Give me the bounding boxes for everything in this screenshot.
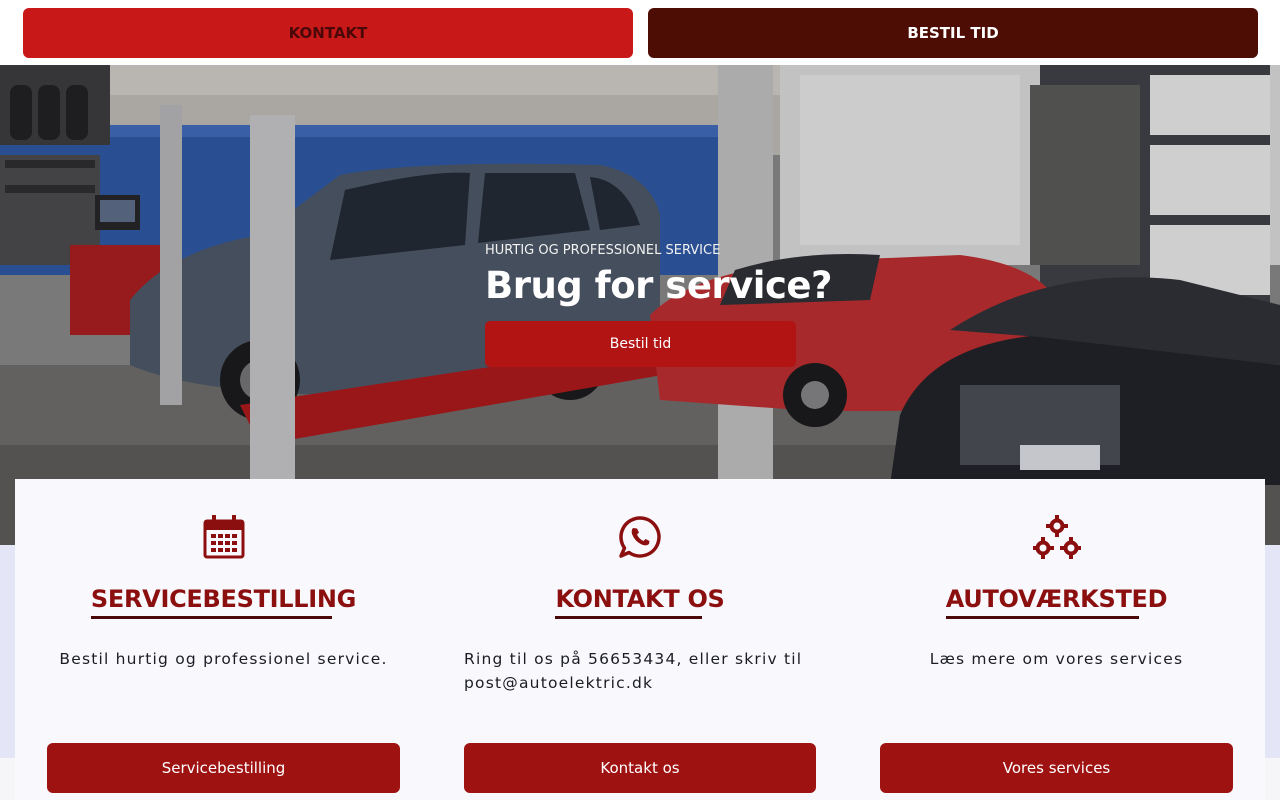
feature-title: AUTOVÆRKSTED bbox=[945, 585, 1168, 619]
title-underline bbox=[90, 616, 332, 619]
kontakt-button[interactable]: KONTAKT bbox=[23, 8, 633, 58]
hero-bestil-tid-button[interactable]: Bestil tid bbox=[485, 321, 796, 367]
feature-servicebestilling: SERVICEBESTILLING Bestil hurtig og profe… bbox=[47, 479, 400, 800]
calendar-icon bbox=[47, 515, 400, 563]
hero-title: Brug for service? bbox=[485, 264, 832, 307]
vores-services-button[interactable]: Vores services bbox=[880, 743, 1233, 793]
feature-title: SERVICEBESTILLING bbox=[90, 585, 356, 619]
hero-subtitle: HURTIG OG PROFESSIONEL SERVICE bbox=[485, 243, 721, 258]
title-underline bbox=[945, 616, 1139, 619]
feature-title: KONTAKT OS bbox=[555, 585, 725, 619]
top-bar: KONTAKT BESTIL TID bbox=[0, 0, 1280, 65]
hero-section: HURTIG OG PROFESSIONEL SERVICE Brug for … bbox=[0, 65, 1280, 545]
feature-text: Ring til os på 56653434, eller skriv til… bbox=[464, 650, 803, 692]
feature-text: Læs mere om vores services bbox=[929, 650, 1184, 668]
feature-kontakt-os: KONTAKT OS Ring til os på 56653434, elle… bbox=[464, 479, 816, 800]
feature-autovaerksted: AUTOVÆRKSTED Læs mere om vores services … bbox=[880, 479, 1233, 800]
kontakt-os-button[interactable]: Kontakt os bbox=[464, 743, 816, 793]
servicebestilling-button[interactable]: Servicebestilling bbox=[47, 743, 400, 793]
feature-text: Bestil hurtig og professionel service. bbox=[59, 650, 388, 668]
title-underline bbox=[555, 616, 703, 619]
whatsapp-icon bbox=[464, 515, 816, 563]
features-panel: SERVICEBESTILLING Bestil hurtig og profe… bbox=[15, 479, 1265, 800]
hero-content: HURTIG OG PROFESSIONEL SERVICE Brug for … bbox=[485, 243, 832, 367]
gears-icon bbox=[880, 515, 1233, 563]
bestil-tid-button[interactable]: BESTIL TID bbox=[648, 8, 1258, 58]
